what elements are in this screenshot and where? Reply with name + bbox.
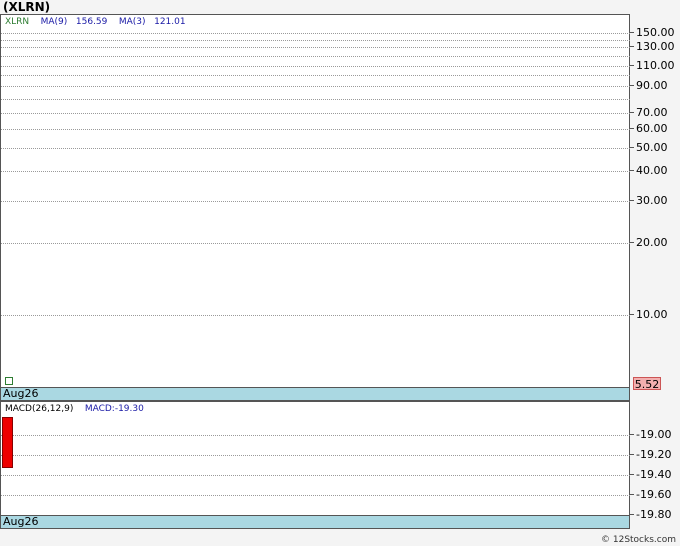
macd-date-label: Aug26 [3, 515, 39, 528]
legend-ma9-label: MA(9) [40, 17, 68, 27]
macd-tick-label: -19.80 [636, 508, 672, 521]
macd-tick-label: -19.00 [636, 428, 672, 441]
price-gridline [1, 129, 630, 130]
price-tick-label: 30.00 [636, 194, 668, 207]
macd-tick-mark [630, 494, 634, 495]
price-legend: XLRN MA(9) 156.59 MA(3) 121.01 [5, 17, 186, 27]
price-gridline [1, 47, 630, 48]
macd-tick-label: -19.20 [636, 448, 672, 461]
price-tick-mark [630, 46, 634, 47]
legend-ma3-value: 121.01 [154, 17, 186, 27]
macd-tick-mark [630, 514, 634, 515]
price-tick-label: 110.00 [636, 59, 675, 72]
price-tick-label: 50.00 [636, 141, 668, 154]
last-price-badge: 5.52 [633, 377, 661, 391]
price-gridline [1, 66, 630, 67]
price-tick-mark [630, 170, 634, 171]
macd-gridline [1, 435, 630, 436]
macd-legend-label: MACD(26,12,9) [5, 404, 74, 414]
chart-title: (XLRN) [3, 0, 51, 14]
price-gridline [1, 315, 630, 316]
price-tick-label: 90.00 [636, 79, 668, 92]
macd-tick-mark [630, 474, 634, 475]
price-gridline [1, 75, 630, 76]
price-gridline [1, 148, 630, 149]
price-tick-mark [630, 85, 634, 86]
price-tick-mark [630, 314, 634, 315]
price-gridline [1, 99, 630, 100]
price-chart-panel: XLRN MA(9) 156.59 MA(3) 121.01 [0, 14, 630, 388]
macd-tick-mark [630, 434, 634, 435]
price-tick-mark [630, 242, 634, 243]
price-tick-mark [630, 128, 634, 129]
price-gridline [1, 201, 630, 202]
macd-gridline [1, 455, 630, 456]
price-tick-mark [630, 200, 634, 201]
price-date-strip: Aug26 [0, 387, 630, 401]
macd-bar [2, 417, 13, 468]
macd-legend-value-label: MACD: [84, 404, 115, 414]
price-date-label: Aug26 [3, 387, 39, 400]
price-tick-label: 130.00 [636, 40, 675, 53]
macd-date-strip: Aug26 [0, 515, 630, 529]
macd-tick-mark [630, 454, 634, 455]
macd-tick-label: -19.40 [636, 468, 672, 481]
price-gridline [1, 86, 630, 87]
macd-gridline [1, 475, 630, 476]
price-tick-mark [630, 112, 634, 113]
macd-legend-value: -19.30 [114, 404, 144, 414]
legend-ma3-label: MA(3) [118, 17, 146, 27]
price-tick-mark [630, 147, 634, 148]
legend-ma9-value: 156.59 [75, 17, 108, 27]
macd-legend: MACD(26,12,9) MACD:-19.30 [5, 404, 144, 414]
price-gridline [1, 33, 630, 34]
price-gridline [1, 171, 630, 172]
price-gridline [1, 56, 630, 57]
price-tick-label: 60.00 [636, 122, 668, 135]
price-gridline [1, 40, 630, 41]
macd-gridline [1, 495, 630, 496]
price-tick-mark [630, 32, 634, 33]
price-tick-label: 70.00 [636, 106, 668, 119]
price-candle [5, 377, 13, 385]
price-gridline [1, 243, 630, 244]
price-tick-label: 10.00 [636, 308, 668, 321]
macd-tick-label: -19.60 [636, 488, 672, 501]
site-credit: © 12Stocks.com [601, 535, 676, 545]
legend-ticker: XLRN [5, 17, 30, 27]
price-gridline [1, 113, 630, 114]
price-tick-label: 40.00 [636, 164, 668, 177]
price-tick-mark [630, 65, 634, 66]
macd-chart-panel: MACD(26,12,9) MACD:-19.30 [0, 401, 630, 516]
price-tick-label: 150.00 [636, 26, 675, 39]
price-tick-label: 20.00 [636, 236, 668, 249]
